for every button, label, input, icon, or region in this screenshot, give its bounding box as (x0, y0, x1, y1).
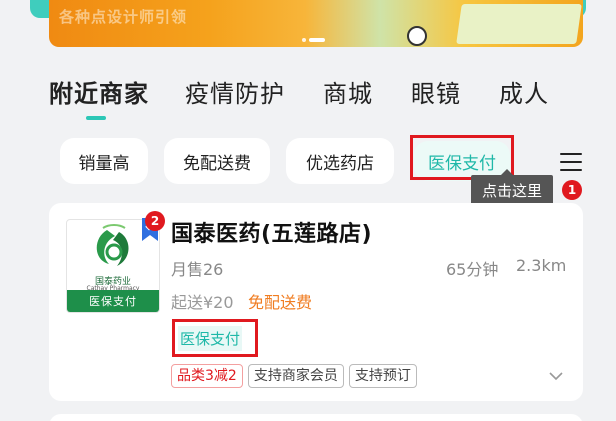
step-badge: 1 (562, 180, 582, 200)
tab-mall[interactable]: 商城 (323, 78, 373, 110)
free-delivery-label: 免配送费 (248, 293, 313, 312)
member-tag: 支持商家会员 (247, 364, 344, 388)
store-distance: 2.3km (516, 256, 567, 275)
pagination-dot-active (309, 38, 325, 42)
product-box-image (456, 4, 582, 44)
filter-free-delivery[interactable]: 免配送费 (164, 138, 270, 184)
store-tags: 品类3减2 支持商家会员 支持预订 (171, 364, 417, 388)
tab-nearby-stores[interactable]: 附近商家 (49, 78, 149, 110)
category-tabs: 附近商家 疫情防护 商城 眼镜 成人 (49, 78, 587, 110)
soccer-ball-icon (407, 26, 427, 46)
banner-text: 各种点设计师引领 (59, 8, 188, 26)
filter-preferred-pharmacy[interactable]: 优选药店 (286, 138, 394, 184)
promo-banner[interactable]: 各种点设计师引领 (49, 0, 583, 47)
store-name[interactable]: 国泰医药(五莲路店) (171, 216, 372, 248)
banner-pagination (302, 38, 325, 42)
pagination-dot (302, 38, 306, 42)
store-card-next[interactable] (49, 414, 583, 421)
menu-icon[interactable] (560, 153, 582, 171)
step-badge: 2 (145, 211, 165, 231)
chevron-down-icon[interactable] (548, 370, 564, 382)
insurance-tag: 医保支付 (178, 326, 243, 351)
active-tab-indicator (86, 116, 106, 120)
delivery-time: 65分钟 (446, 260, 499, 279)
tab-glasses[interactable]: 眼镜 (411, 78, 461, 110)
tooltip-click-here: 点击这里 (471, 169, 553, 205)
promo-tag: 品类3减2 (171, 364, 243, 388)
tab-adult[interactable]: 成人 (499, 78, 549, 110)
monthly-sales: 月售26 (171, 260, 224, 279)
min-order: 起送¥20 (171, 293, 234, 312)
filter-top-sales[interactable]: 销量高 (60, 138, 148, 184)
logo-insurance-strip: 医保支付 (67, 290, 159, 312)
tab-epidemic-protection[interactable]: 疫情防护 (185, 78, 285, 110)
preorder-tag: 支持预订 (348, 364, 417, 388)
